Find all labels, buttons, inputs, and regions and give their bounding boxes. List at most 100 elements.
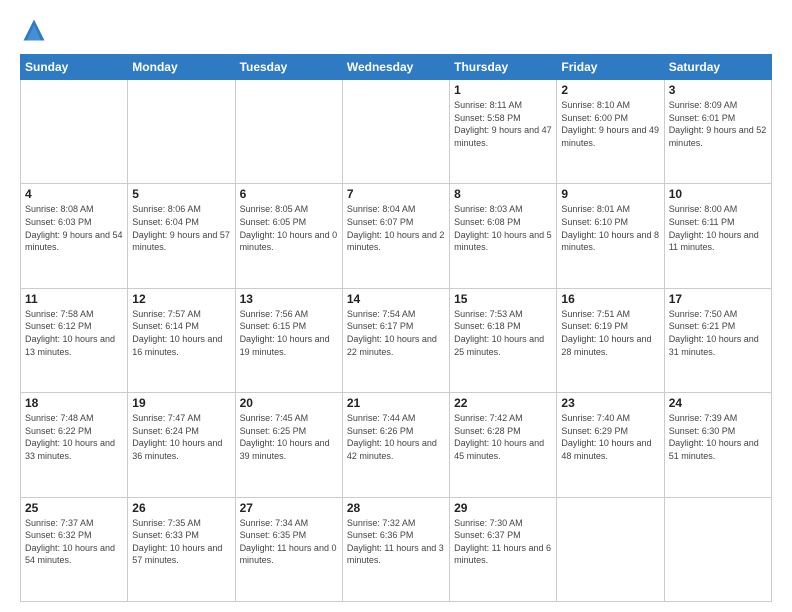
col-header-saturday: Saturday — [664, 55, 771, 80]
calendar-cell — [235, 80, 342, 184]
day-info: Sunrise: 7:53 AM Sunset: 6:18 PM Dayligh… — [454, 308, 552, 358]
day-info: Sunrise: 8:11 AM Sunset: 5:58 PM Dayligh… — [454, 99, 552, 149]
col-header-sunday: Sunday — [21, 55, 128, 80]
calendar-cell: 16 Sunrise: 7:51 AM Sunset: 6:19 PM Dayli… — [557, 288, 664, 392]
day-info: Sunrise: 7:35 AM Sunset: 6:33 PM Dayligh… — [132, 517, 230, 567]
day-number: 13 — [240, 292, 338, 306]
col-header-friday: Friday — [557, 55, 664, 80]
day-info: Sunrise: 7:58 AM Sunset: 6:12 PM Dayligh… — [25, 308, 123, 358]
day-info: Sunrise: 7:44 AM Sunset: 6:26 PM Dayligh… — [347, 412, 445, 462]
col-header-monday: Monday — [128, 55, 235, 80]
calendar-week-4: 25Sunrise: 7:37 AM Sunset: 6:32 PM Dayli… — [21, 497, 772, 601]
calendar-cell: 15Sunrise: 7:53 AM Sunset: 6:18 PM Dayli… — [450, 288, 557, 392]
day-info: Sunrise: 7:48 AM Sunset: 6:22 PM Dayligh… — [25, 412, 123, 462]
page: SundayMondayTuesdayWednesdayThursdayFrid… — [0, 0, 792, 612]
day-number: 21 — [347, 396, 445, 410]
day-info: Sunrise: 7:56 AM Sunset: 6:15 PM Dayligh… — [240, 308, 338, 358]
calendar-cell: 6 Sunrise: 8:05 AM Sunset: 6:05 PM Daylig… — [235, 184, 342, 288]
calendar-cell: 29Sunrise: 7:30 AM Sunset: 6:37 PM Dayli… — [450, 497, 557, 601]
calendar-week-1: 4 Sunrise: 8:08 AM Sunset: 6:03 PM Daylig… — [21, 184, 772, 288]
calendar-cell: 22Sunrise: 7:42 AM Sunset: 6:28 PM Dayli… — [450, 393, 557, 497]
calendar-cell — [557, 497, 664, 601]
day-info: Sunrise: 8:06 AM Sunset: 6:04 PM Dayligh… — [132, 203, 230, 253]
col-header-tuesday: Tuesday — [235, 55, 342, 80]
day-info: Sunrise: 8:03 AM Sunset: 6:08 PM Dayligh… — [454, 203, 552, 253]
col-header-thursday: Thursday — [450, 55, 557, 80]
calendar-cell: 2 Sunrise: 8:10 AM Sunset: 6:00 PM Daylig… — [557, 80, 664, 184]
day-number: 12 — [132, 292, 230, 306]
calendar-cell: 12 Sunrise: 7:57 AM Sunset: 6:14 PM Dayli… — [128, 288, 235, 392]
calendar-week-0: 1 Sunrise: 8:11 AM Sunset: 5:58 PM Daylig… — [21, 80, 772, 184]
calendar-cell: 18 Sunrise: 7:48 AM Sunset: 6:22 PM Dayli… — [21, 393, 128, 497]
day-number: 1 — [454, 83, 552, 97]
day-number: 8 — [454, 187, 552, 201]
logo — [20, 16, 52, 44]
day-info: Sunrise: 8:01 AM Sunset: 6:10 PM Dayligh… — [561, 203, 659, 253]
day-info: Sunrise: 7:51 AM Sunset: 6:19 PM Dayligh… — [561, 308, 659, 358]
calendar-cell: 17 Sunrise: 7:50 AM Sunset: 6:21 PM Dayli… — [664, 288, 771, 392]
logo-icon — [20, 16, 48, 44]
calendar-cell: 8 Sunrise: 8:03 AM Sunset: 6:08 PM Daylig… — [450, 184, 557, 288]
calendar-cell: 7 Sunrise: 8:04 AM Sunset: 6:07 PM Daylig… — [342, 184, 449, 288]
calendar-table: SundayMondayTuesdayWednesdayThursdayFrid… — [20, 54, 772, 602]
day-number: 6 — [240, 187, 338, 201]
calendar-cell — [21, 80, 128, 184]
calendar-cell: 1 Sunrise: 8:11 AM Sunset: 5:58 PM Daylig… — [450, 80, 557, 184]
day-info: Sunrise: 7:34 AM Sunset: 6:35 PM Dayligh… — [240, 517, 338, 567]
day-info: Sunrise: 7:42 AM Sunset: 6:28 PM Dayligh… — [454, 412, 552, 462]
calendar-cell — [342, 80, 449, 184]
day-number: 3 — [669, 83, 767, 97]
calendar-cell: 28 Sunrise: 7:32 AM Sunset: 6:36 PM Dayli… — [342, 497, 449, 601]
day-number: 27 — [240, 501, 338, 515]
day-info: Sunrise: 8:08 AM Sunset: 6:03 PM Dayligh… — [25, 203, 123, 253]
calendar-cell: 23 Sunrise: 7:40 AM Sunset: 6:29 PM Dayli… — [557, 393, 664, 497]
day-number: 28 — [347, 501, 445, 515]
day-number: 11 — [25, 292, 123, 306]
day-info: Sunrise: 8:05 AM Sunset: 6:05 PM Dayligh… — [240, 203, 338, 253]
day-number: 24 — [669, 396, 767, 410]
day-info: Sunrise: 7:57 AM Sunset: 6:14 PM Dayligh… — [132, 308, 230, 358]
day-number: 16 — [561, 292, 659, 306]
day-number: 17 — [669, 292, 767, 306]
day-number: 2 — [561, 83, 659, 97]
calendar-week-3: 18 Sunrise: 7:48 AM Sunset: 6:22 PM Dayli… — [21, 393, 772, 497]
day-number: 20 — [240, 396, 338, 410]
day-number: 9 — [561, 187, 659, 201]
day-info: Sunrise: 7:45 AM Sunset: 6:25 PM Dayligh… — [240, 412, 338, 462]
calendar-week-2: 11 Sunrise: 7:58 AM Sunset: 6:12 PM Dayli… — [21, 288, 772, 392]
day-info: Sunrise: 8:04 AM Sunset: 6:07 PM Dayligh… — [347, 203, 445, 253]
calendar-cell: 10 Sunrise: 8:00 AM Sunset: 6:11 PM Dayli… — [664, 184, 771, 288]
day-number: 25 — [25, 501, 123, 515]
calendar-cell: 14Sunrise: 7:54 AM Sunset: 6:17 PM Dayli… — [342, 288, 449, 392]
calendar-cell: 4 Sunrise: 8:08 AM Sunset: 6:03 PM Daylig… — [21, 184, 128, 288]
calendar-cell: 11 Sunrise: 7:58 AM Sunset: 6:12 PM Dayli… — [21, 288, 128, 392]
calendar-cell: 26 Sunrise: 7:35 AM Sunset: 6:33 PM Dayli… — [128, 497, 235, 601]
calendar-cell: 25Sunrise: 7:37 AM Sunset: 6:32 PM Dayli… — [21, 497, 128, 601]
day-number: 4 — [25, 187, 123, 201]
calendar-cell — [664, 497, 771, 601]
day-number: 14 — [347, 292, 445, 306]
day-info: Sunrise: 7:32 AM Sunset: 6:36 PM Dayligh… — [347, 517, 445, 567]
calendar-cell: 19Sunrise: 7:47 AM Sunset: 6:24 PM Dayli… — [128, 393, 235, 497]
calendar-cell: 20 Sunrise: 7:45 AM Sunset: 6:25 PM Dayli… — [235, 393, 342, 497]
calendar-cell: 27 Sunrise: 7:34 AM Sunset: 6:35 PM Dayli… — [235, 497, 342, 601]
calendar-header-row: SundayMondayTuesdayWednesdayThursdayFrid… — [21, 55, 772, 80]
day-number: 23 — [561, 396, 659, 410]
day-info: Sunrise: 7:39 AM Sunset: 6:30 PM Dayligh… — [669, 412, 767, 462]
day-info: Sunrise: 7:50 AM Sunset: 6:21 PM Dayligh… — [669, 308, 767, 358]
day-info: Sunrise: 7:40 AM Sunset: 6:29 PM Dayligh… — [561, 412, 659, 462]
day-number: 7 — [347, 187, 445, 201]
day-info: Sunrise: 8:00 AM Sunset: 6:11 PM Dayligh… — [669, 203, 767, 253]
day-info: Sunrise: 8:10 AM Sunset: 6:00 PM Dayligh… — [561, 99, 659, 149]
day-number: 26 — [132, 501, 230, 515]
day-number: 5 — [132, 187, 230, 201]
calendar-cell — [128, 80, 235, 184]
day-number: 18 — [25, 396, 123, 410]
day-info: Sunrise: 7:47 AM Sunset: 6:24 PM Dayligh… — [132, 412, 230, 462]
day-info: Sunrise: 8:09 AM Sunset: 6:01 PM Dayligh… — [669, 99, 767, 149]
day-number: 10 — [669, 187, 767, 201]
calendar-cell: 3 Sunrise: 8:09 AM Sunset: 6:01 PM Daylig… — [664, 80, 771, 184]
calendar-cell: 24 Sunrise: 7:39 AM Sunset: 6:30 PM Dayli… — [664, 393, 771, 497]
calendar-cell: 9 Sunrise: 8:01 AM Sunset: 6:10 PM Daylig… — [557, 184, 664, 288]
calendar-cell: 13 Sunrise: 7:56 AM Sunset: 6:15 PM Dayli… — [235, 288, 342, 392]
